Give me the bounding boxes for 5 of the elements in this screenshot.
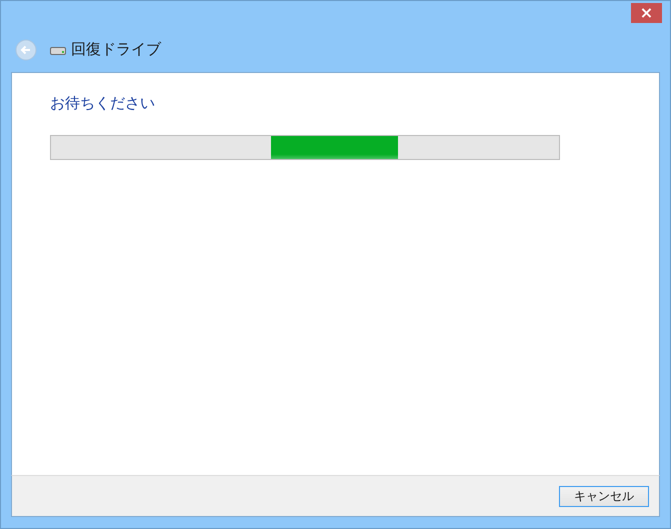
drive-icon xyxy=(50,46,66,56)
heading: お待ちください xyxy=(50,93,156,113)
close-button[interactable]: × xyxy=(631,3,662,23)
window-title: 回復ドライブ xyxy=(71,40,161,59)
cancel-button[interactable]: キャンセル xyxy=(559,486,649,506)
